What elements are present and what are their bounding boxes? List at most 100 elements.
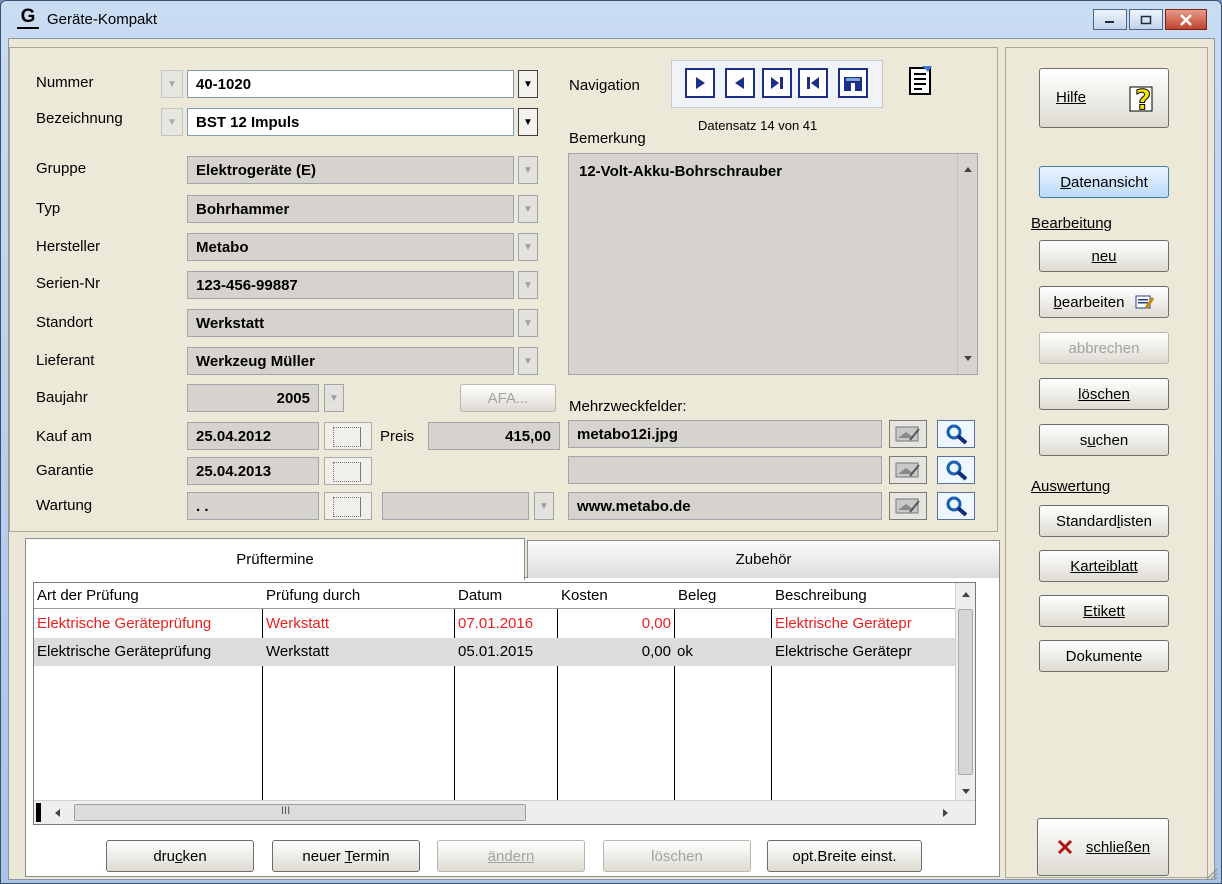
header-datum[interactable]: Datum [458,587,502,604]
wartung-interval-dropdown-button[interactable]: ▼ [534,492,554,520]
loeschen-button[interactable]: löschen [1039,378,1169,410]
gruppe-dropdown-button[interactable]: ▼ [518,156,538,184]
preis-field[interactable]: 415,00 [428,422,560,450]
header-art-der-pruefung[interactable]: Art der Prüfung [37,587,139,604]
gruppe-label: Gruppe [36,160,87,177]
report-button[interactable] [906,66,938,100]
typ-field[interactable]: Bohrhammer [187,195,514,223]
serien-nr-dropdown-button[interactable]: ▼ [518,271,538,299]
garantie-label: Garantie [36,462,94,479]
etikett-button[interactable]: Etikett [1039,595,1169,627]
minimize-button[interactable] [1093,9,1127,30]
typ-label: Typ [36,200,61,217]
gruppe-field[interactable]: Elektrogeräte (E) [187,156,514,184]
hersteller-dropdown-button[interactable]: ▼ [518,233,538,261]
garantie-calendar-button[interactable] [324,457,372,485]
skip-start-icon [807,77,819,89]
previous-record-button[interactable] [725,68,755,98]
bemerkung-scrollbar[interactable] [957,154,977,374]
nummer-dropdown-button[interactable]: ▼ [518,70,538,98]
suchen-button[interactable]: suchen [1039,424,1169,456]
first-record-button[interactable] [798,68,828,98]
cell-datum: 07.01.2016 [458,615,534,632]
bezeichnung-filter-dropdown[interactable]: ▼ [161,108,183,136]
mehrzweck-field-1[interactable]: metabo12i.jpg [568,420,882,448]
lieferant-field[interactable]: Werkzeug Müller [187,347,514,375]
datenansicht-button[interactable]: Datenansicht [1039,166,1169,198]
tab-prueftermine[interactable]: Prüftermine [25,538,525,580]
mehrzweck-3-view-button[interactable] [937,492,975,520]
bezeichnung-label: Bezeichnung [36,110,123,127]
drucken-button[interactable]: drucken [106,840,254,872]
bemerkung-textarea[interactable]: 12-Volt-Akku-Bohrschrauber [568,153,978,375]
hilfe-button[interactable]: Hilfe ? [1039,68,1169,128]
lieferant-dropdown-button[interactable]: ▼ [518,347,538,375]
baujahr-dropdown-button[interactable]: ▼ [324,384,344,412]
horizontal-scroll-thumb[interactable]: III [74,804,526,821]
search-record-button[interactable] [838,68,868,98]
title-bar[interactable]: G Geräte-Kompakt [1,1,1221,37]
mehrzweck-1-view-button[interactable] [937,420,975,448]
mehrzweck-2-view-button[interactable] [937,456,975,484]
baujahr-label: Baujahr [36,389,88,406]
hersteller-field[interactable]: Metabo [187,233,514,261]
mehrzweck-field-3[interactable]: www.metabo.de [568,492,882,520]
serien-nr-field[interactable]: 123-456-99887 [187,271,514,299]
standardlisten-button[interactable]: Standardlisten [1039,505,1169,537]
resize-grip-icon[interactable] [1204,866,1218,880]
magnifier-icon [946,424,968,445]
bezeichnung-dropdown-button[interactable]: ▼ [518,108,538,136]
schliessen-button[interactable]: schließen [1037,818,1169,876]
wartung-field[interactable]: . . [187,492,319,520]
nummer-label: Nummer [36,74,94,91]
mehrzweck-3-browse-button[interactable] [889,492,927,520]
close-x-icon [1057,839,1072,855]
grid-horizontal-scrollbar[interactable]: III [34,800,975,824]
vertical-scroll-thumb[interactable] [958,609,973,775]
next-record-button[interactable] [685,68,715,98]
karteiblatt-button[interactable]: Karteiblatt [1039,550,1169,582]
wartung-calendar-button[interactable] [324,492,372,520]
neu-button[interactable]: neu [1039,240,1169,272]
abbrechen-button[interactable]: abbrechen [1039,332,1169,364]
kauf-am-label: Kauf am [36,428,92,445]
header-kosten[interactable]: Kosten [561,587,608,604]
bearbeiten-button[interactable]: bearbeiten [1039,286,1169,318]
grid-vertical-scrollbar[interactable] [955,583,975,801]
typ-dropdown-button[interactable]: ▼ [518,195,538,223]
mehrzweck-field-2[interactable] [568,456,882,484]
tab-zubehoer[interactable]: Zubehör [527,540,1000,578]
wartung-interval-field[interactable] [382,492,529,520]
nummer-filter-dropdown[interactable]: ▼ [161,70,183,98]
prueftermine-grid[interactable]: Art der Prüfung Prüfung durch Datum Kost… [33,582,976,825]
baujahr-field[interactable]: 2005 [187,384,319,412]
aendern-button[interactable]: ändern [437,840,585,872]
opt-breite-button[interactable]: opt.Breite einst. [767,840,922,872]
nummer-field[interactable]: 40-1020 [187,70,514,98]
close-icon [1180,13,1192,26]
loeschen-termin-button[interactable]: löschen [603,840,751,872]
close-window-button[interactable] [1165,9,1207,30]
picture-pencil-icon [895,462,920,478]
standort-dropdown-button[interactable]: ▼ [518,309,538,337]
table-row[interactable]: Elektrische Geräteprüfung Werkstatt 05.0… [34,638,956,666]
neuer-termin-button[interactable]: neuer Termin [272,840,420,872]
record-marker [36,803,41,822]
standort-field[interactable]: Werkstatt [187,309,514,337]
header-beleg[interactable]: Beleg [678,587,716,604]
mehrzweck-2-browse-button[interactable] [889,456,927,484]
mehrzweck-1-browse-button[interactable] [889,420,927,448]
table-row[interactable]: Elektrische Geräteprüfung Werkstatt 07.0… [34,610,956,638]
garantie-field[interactable]: 25.04.2013 [187,457,319,485]
kauf-am-field[interactable]: 25.04.2012 [187,422,319,450]
scroll-grip: III [281,805,291,817]
maximize-button[interactable] [1129,9,1163,30]
kauf-am-calendar-button[interactable] [324,422,372,450]
last-record-button[interactable] [762,68,792,98]
dokumente-button[interactable]: Dokumente [1039,640,1169,672]
header-pruefung-durch[interactable]: Prüfung durch [266,587,360,604]
afa-button[interactable]: AFA... [460,384,556,412]
bezeichnung-field[interactable]: BST 12 Impuls [187,108,514,136]
hersteller-label: Hersteller [36,238,101,255]
header-beschreibung[interactable]: Beschreibung [775,587,867,604]
